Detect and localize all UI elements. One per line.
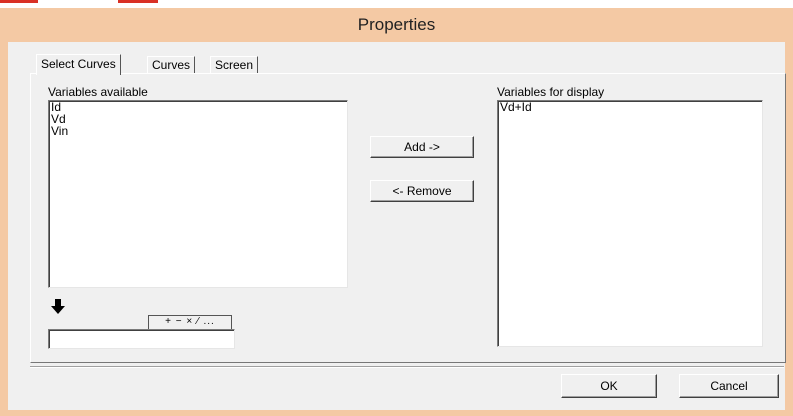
list-item[interactable]: Vd (49, 113, 347, 125)
variables-display-list[interactable]: Vd+Id (497, 100, 763, 347)
tab-select-curves[interactable]: Select Curves (36, 54, 121, 75)
list-item[interactable]: Vin (49, 125, 347, 137)
taskbar-mark (118, 0, 158, 3)
remove-button[interactable]: <- Remove (370, 180, 474, 202)
tab-label: Screen (215, 58, 254, 72)
variables-available-label: Variables available (48, 85, 148, 99)
window-border-bottom (0, 410, 793, 416)
tab-screen[interactable]: Screen (210, 56, 259, 74)
variables-display-label: Variables for display (497, 85, 605, 99)
expression-input[interactable] (48, 329, 235, 349)
window-title: Properties (357, 15, 436, 34)
ok-button[interactable]: OK (561, 374, 657, 398)
tab-curves[interactable]: Curves (147, 56, 196, 74)
window-border-left (0, 42, 8, 416)
down-arrow-icon[interactable] (50, 298, 66, 316)
tab-label: Curves (152, 58, 191, 72)
taskbar-mark (0, 0, 38, 3)
variables-available-list[interactable]: Id Vd Vin (48, 100, 348, 288)
cancel-button[interactable]: Cancel (679, 374, 779, 398)
list-item[interactable]: Id (49, 101, 347, 113)
title-bar[interactable]: Properties (0, 8, 793, 43)
add-button[interactable]: Add -> (370, 136, 474, 158)
window-border-right (785, 42, 793, 416)
separator (30, 366, 784, 368)
tab-label: Select Curves (41, 57, 116, 71)
list-item[interactable]: Vd+Id (498, 101, 762, 113)
math-operators-bar[interactable]: + − × ⁄ ... (148, 315, 232, 330)
